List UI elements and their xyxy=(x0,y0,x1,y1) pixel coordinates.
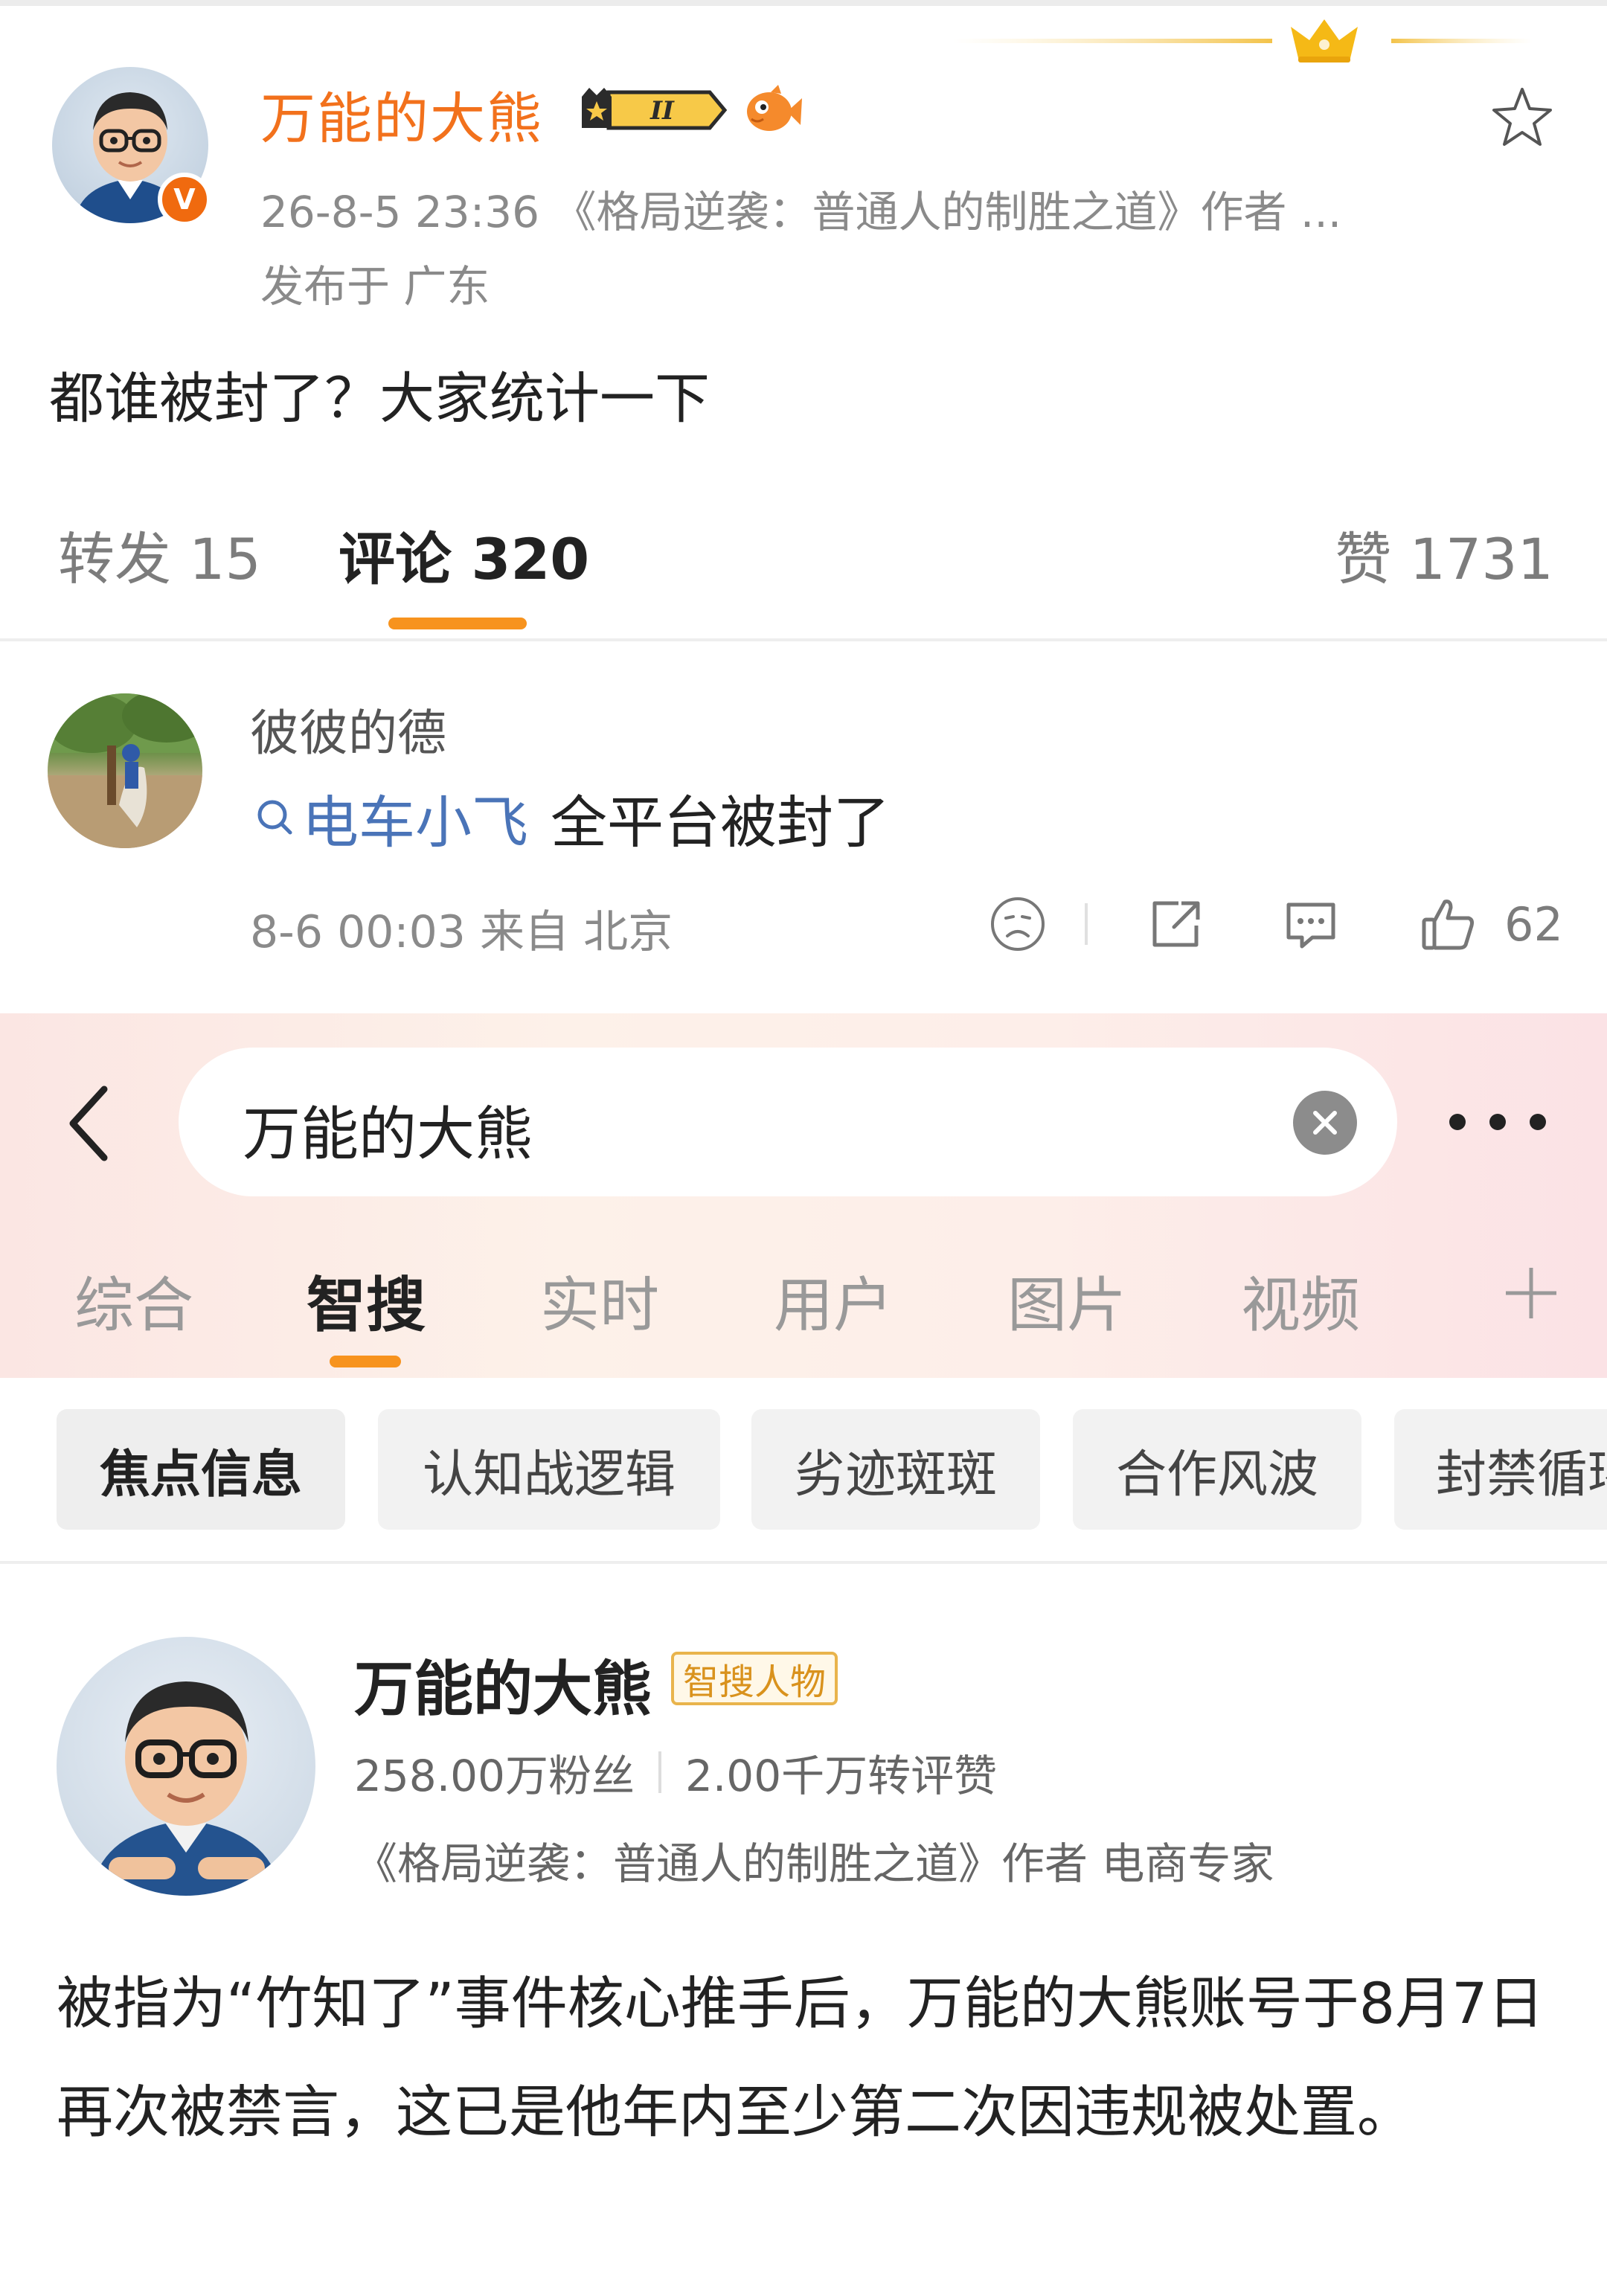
comment-icon[interactable] xyxy=(1280,893,1342,955)
share-icon[interactable] xyxy=(1144,893,1207,955)
top-divider xyxy=(0,0,1607,6)
tab-users[interactable]: 用户 xyxy=(774,1257,893,1344)
active-tab-indicator xyxy=(330,1356,401,1367)
tab-repost[interactable]: 转发 15 xyxy=(58,513,261,595)
chip-focus[interactable]: 焦点信息 xyxy=(57,1409,345,1530)
search-link[interactable]: 电车小飞 xyxy=(253,777,528,859)
profile-avatar[interactable] xyxy=(57,1637,315,1896)
tab-comment[interactable]: 评论 320 xyxy=(339,513,589,595)
interaction-count: 2.00千万转评赞 xyxy=(684,1751,998,1801)
post-meta: 26-8-5 23:36 《格局逆袭：普通人的制胜之道》作者 ... xyxy=(260,187,1342,237)
profile-stats: 258.00万粉丝 2.00千万转评赞 xyxy=(354,1741,997,1803)
tab-videos[interactable]: 视频 xyxy=(1241,1257,1360,1344)
post-location: 发布于 广东 xyxy=(260,261,490,312)
profile-description: 《格局逆袭：普通人的制胜之道》作者 电商专家 xyxy=(354,1838,1274,1889)
like-count: 62 xyxy=(1504,897,1563,952)
author-name[interactable]: 万能的大熊 xyxy=(260,74,543,154)
stats-separator xyxy=(658,1751,661,1793)
comment-meta: 8-6 00:03 来自 北京 xyxy=(250,906,673,958)
comment-text: 电车小飞 全平台被封了 xyxy=(253,777,890,859)
follower-count: 258.00万粉丝 xyxy=(354,1751,635,1801)
svg-text:II: II xyxy=(649,96,675,126)
crown-icon xyxy=(952,19,1533,62)
search-query[interactable]: 万能的大熊 xyxy=(243,1088,533,1171)
chip-ban-cycle[interactable]: 封禁循环 xyxy=(1394,1409,1607,1530)
profile-name[interactable]: 万能的大熊 xyxy=(354,1641,652,1728)
tab-realtime[interactable]: 实时 xyxy=(540,1257,659,1344)
summary-text: 被指为“竹知了”事件核心推手后，万能的大熊账号于8月7日再次被禁言，这已是他年内… xyxy=(57,1970,1545,2145)
active-tab-indicator xyxy=(388,618,527,629)
commenter-avatar[interactable] xyxy=(48,693,202,848)
back-icon[interactable] xyxy=(60,1079,119,1168)
search-link-text: 电车小飞 xyxy=(302,789,528,856)
sad-face-icon[interactable] xyxy=(987,893,1049,955)
post-tabs: 转发 15 评论 320 赞 1731 xyxy=(0,513,1607,640)
chip-cognitive[interactable]: 认知战逻辑 xyxy=(378,1409,720,1530)
divider xyxy=(0,638,1607,641)
clear-icon[interactable] xyxy=(1293,1091,1357,1155)
profile-tag: 智搜人物 xyxy=(671,1652,838,1705)
tab-general[interactable]: 综合 xyxy=(74,1257,193,1344)
divider xyxy=(0,1561,1607,1564)
fish-icon xyxy=(747,85,802,131)
action-separator xyxy=(1085,903,1088,945)
vip-badge-icon[interactable]: II xyxy=(579,83,728,137)
plus-icon[interactable] xyxy=(1501,1263,1561,1323)
thumbs-up-icon[interactable] xyxy=(1417,893,1479,955)
chip-record[interactable]: 劣迹斑斑 xyxy=(751,1409,1040,1530)
verified-icon: V xyxy=(158,173,211,226)
tab-smart-search[interactable]: 智搜 xyxy=(307,1257,426,1344)
tab-images[interactable]: 图片 xyxy=(1007,1257,1126,1344)
star-icon[interactable] xyxy=(1486,82,1558,153)
search-icon xyxy=(257,800,292,835)
tab-like[interactable]: 赞 1731 xyxy=(1335,513,1553,595)
comment-body: 全平台被封了 xyxy=(551,789,890,856)
more-icon[interactable] xyxy=(1449,1101,1546,1143)
post-text: 都谁被封了？大家统计一下 xyxy=(49,367,710,431)
commenter-name[interactable]: 彼彼的德 xyxy=(250,693,446,765)
chip-cooperation[interactable]: 合作风波 xyxy=(1073,1409,1361,1530)
